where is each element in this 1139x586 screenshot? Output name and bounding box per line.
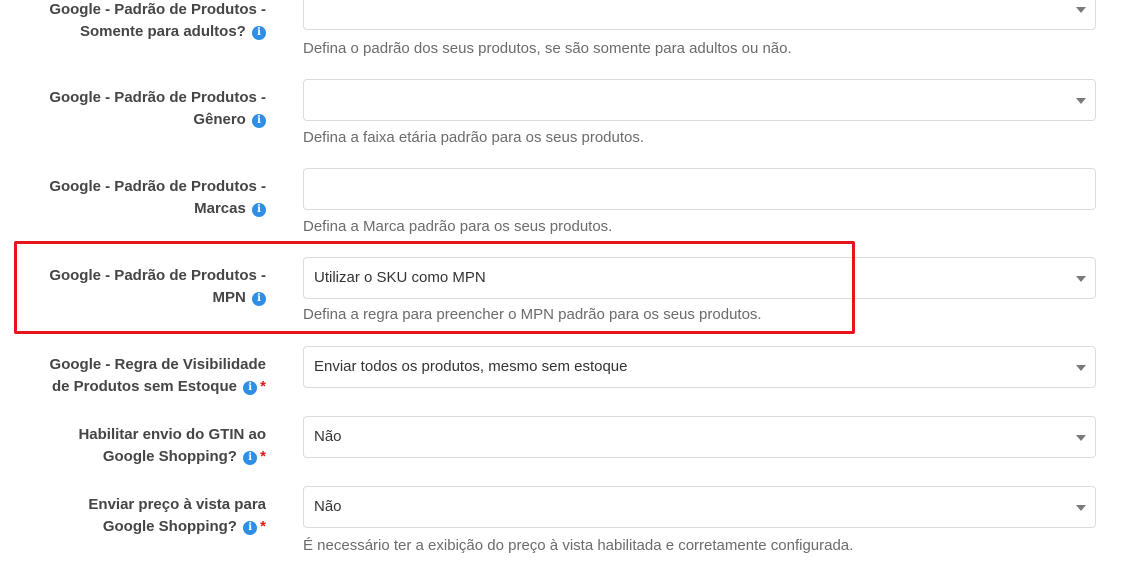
- field-label-brand: Google - Padrão de Produtos - Marcas i: [0, 176, 266, 220]
- field-label-line: Google - Padrão de Produtos -: [49, 1, 266, 18]
- adult-select[interactable]: [303, 0, 1096, 30]
- field-label-line: Somente para adultos?: [79, 23, 246, 40]
- info-icon[interactable]: i: [252, 26, 266, 40]
- chevron-down-icon: [1076, 98, 1086, 104]
- required-marker: *: [260, 378, 266, 395]
- select-value: Utilizar o SKU como MPN: [314, 269, 486, 286]
- field-label-line: Habilitar envio do GTIN ao: [78, 426, 266, 443]
- field-label-line: Google Shopping?: [102, 448, 237, 465]
- field-label-line: MPN: [212, 289, 246, 306]
- chevron-down-icon: [1076, 7, 1086, 13]
- field-label-line: Google - Padrão de Produtos -: [49, 89, 266, 106]
- field-label-line: Google - Padrão de Produtos -: [49, 178, 266, 195]
- field-label-visibility: Google - Regra de Visibilidade de Produt…: [0, 354, 266, 398]
- info-icon[interactable]: i: [252, 203, 266, 217]
- chevron-down-icon: [1076, 505, 1086, 511]
- chevron-down-icon: [1076, 435, 1086, 441]
- field-label-line: Google - Regra de Visibilidade: [49, 356, 266, 373]
- mpn-select[interactable]: Utilizar o SKU como MPN: [303, 257, 1096, 299]
- help-text: Defina o padrão dos seus produtos, se sã…: [303, 40, 792, 57]
- field-label-line: Google - Padrão de Produtos -: [49, 267, 266, 284]
- field-label-gender: Google - Padrão de Produtos - Gênero i: [0, 87, 266, 131]
- help-text: É necessário ter a exibição do preço à v…: [303, 537, 854, 554]
- select-value: Não: [314, 498, 342, 515]
- required-marker: *: [260, 518, 266, 535]
- field-label-gtin: Habilitar envio do GTIN ao Google Shoppi…: [0, 424, 266, 468]
- gtin-select[interactable]: Não: [303, 416, 1096, 458]
- field-label-adult: Google - Padrão de Produtos - Somente pa…: [0, 0, 266, 43]
- info-icon[interactable]: i: [243, 451, 258, 465]
- field-label-line: Marcas: [194, 200, 246, 217]
- gender-select[interactable]: [303, 79, 1096, 121]
- help-text: Defina a Marca padrão para os seus produ…: [303, 218, 613, 235]
- field-label-line: Google Shopping?: [102, 518, 237, 535]
- field-label-line: de Produtos sem Estoque: [51, 378, 237, 395]
- help-text: Defina a faixa etária padrão para os seu…: [303, 129, 645, 146]
- field-label-cash-price: Enviar preço à vista para Google Shoppin…: [0, 494, 266, 538]
- select-value: Enviar todos os produtos, mesmo sem esto…: [314, 358, 628, 375]
- info-icon[interactable]: i: [252, 292, 266, 306]
- select-value: Não: [314, 428, 342, 445]
- field-label-mpn: Google - Padrão de Produtos - MPN i: [0, 265, 266, 309]
- visibility-select[interactable]: Enviar todos os produtos, mesmo sem esto…: [303, 346, 1096, 388]
- cash-price-select[interactable]: Não: [303, 486, 1096, 528]
- field-label-line: Enviar preço à vista para: [88, 496, 266, 513]
- brand-input[interactable]: [303, 168, 1096, 210]
- field-label-line: Gênero: [193, 111, 246, 128]
- help-text: Defina a regra para preencher o MPN padr…: [303, 306, 762, 323]
- chevron-down-icon: [1076, 276, 1086, 282]
- info-icon[interactable]: i: [252, 114, 266, 128]
- required-marker: *: [260, 448, 266, 465]
- chevron-down-icon: [1076, 365, 1086, 371]
- info-icon[interactable]: i: [243, 381, 258, 395]
- info-icon[interactable]: i: [243, 521, 258, 535]
